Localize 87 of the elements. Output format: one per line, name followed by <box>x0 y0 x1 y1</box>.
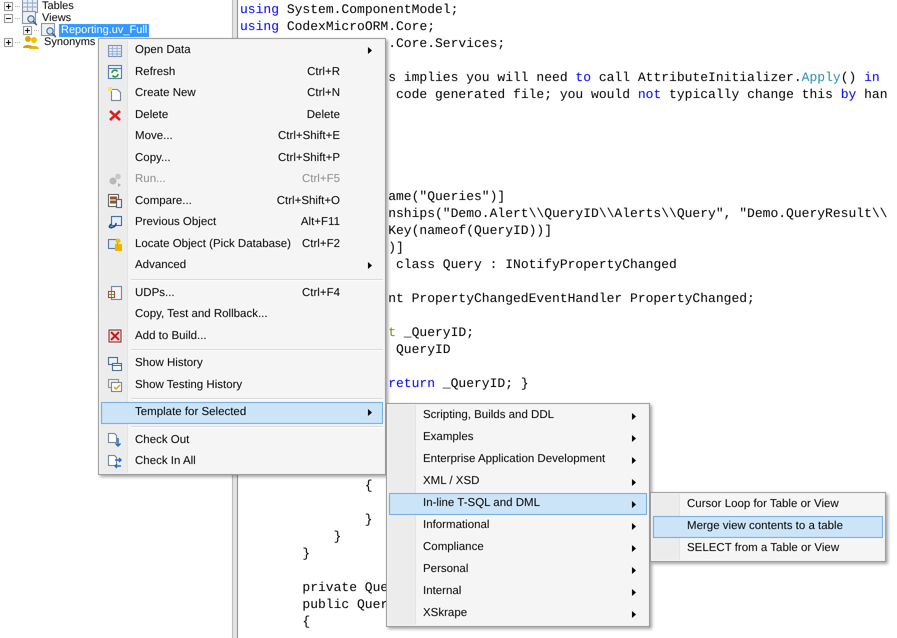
submenu-arrow-icon <box>368 409 372 416</box>
submenu-arrow-icon <box>368 47 372 54</box>
submenu-arrow-icon <box>368 262 372 270</box>
code-line: QueryID <box>396 342 451 357</box>
checked-window-icon <box>107 377 123 394</box>
grid-icon <box>107 42 123 59</box>
submenu-arrow-icon <box>632 544 636 552</box>
menu-item[interactable]: Locate Object (Pick Database) Ctrl+F2 <box>101 234 383 255</box>
code-line: code generated file; you would not typically change this by han <box>396 87 888 102</box>
menu-item[interactable]: Examples <box>389 427 647 449</box>
code-line: )] <box>388 240 404 255</box>
menu-item[interactable]: Move... Ctrl+Shift+E <box>101 126 383 148</box>
refresh-icon <box>107 64 123 80</box>
menu-item[interactable]: Internal <box>389 581 647 603</box>
menu-item[interactable]: Previous Object Alt+F11 <box>101 212 383 234</box>
tree-item-label[interactable]: Views <box>40 12 74 24</box>
windows-icon <box>107 356 123 372</box>
tree-item-label[interactable]: Synonyms <box>42 36 98 48</box>
menu-item[interactable]: Compliance <box>389 537 647 559</box>
menu-item[interactable]: UDPs... Ctrl+F4 <box>101 282 383 304</box>
menu-item[interactable]: Scripting, Builds and DDL <box>389 405 647 427</box>
tree-item-label[interactable]: Tables <box>40 0 76 12</box>
check-in-icon <box>107 454 123 470</box>
expand-icon[interactable] <box>4 2 13 10</box>
code-line: nships("Demo.Alert\\QueryID\\Alerts\\Query", "Demo.QueryResult\\ <box>388 206 888 221</box>
submenu-arrow-icon <box>632 478 636 486</box>
check-out-icon <box>107 432 123 448</box>
submenu-arrow-icon <box>632 588 636 596</box>
view-icon <box>22 10 38 26</box>
menu-item[interactable]: Advanced <box>101 255 383 276</box>
menu-item[interactable]: Compare... Ctrl+Shift+O <box>101 190 383 212</box>
new-document-icon <box>107 86 123 102</box>
code-line: t _QueryID; <box>388 325 474 340</box>
code-line: using CodexMicroORM.Core; <box>240 19 436 34</box>
menu-item[interactable]: SELECT from a Table or View <box>653 538 883 560</box>
submenu-arrow-icon <box>632 610 636 618</box>
menu-item[interactable]: Cursor Loop for Table or View <box>653 494 883 516</box>
menu-item[interactable]: Refresh Ctrl+R <box>101 62 383 83</box>
code-line: public Quer <box>302 597 388 612</box>
expand-icon[interactable] <box>4 38 13 46</box>
back-arrow-icon <box>107 214 123 231</box>
code-line: { <box>364 478 373 493</box>
menu-item[interactable]: Informational <box>389 515 647 537</box>
menu-item[interactable]: Show Testing History <box>101 374 383 396</box>
code-line: } <box>334 529 342 544</box>
code-line: .Core.Services; <box>388 36 506 51</box>
menu-item[interactable]: Add to Build... <box>101 326 383 347</box>
menu-item[interactable]: Copy... Ctrl+Shift+P <box>101 148 383 169</box>
code-line: } <box>364 512 373 527</box>
menu-item[interactable]: XSkrape <box>389 603 647 625</box>
code-line: return _QueryID; } <box>388 376 529 391</box>
menu-item[interactable]: Delete Delete <box>101 104 383 126</box>
people-icon <box>22 34 40 50</box>
menu-item[interactable]: Enterprise Application Development <box>389 449 647 471</box>
locate-icon <box>107 236 123 252</box>
code-line: nt PropertyChangedEventHandler PropertyChanged; <box>388 291 755 306</box>
collapse-icon[interactable] <box>4 14 13 22</box>
submenu-arrow-icon <box>632 522 636 530</box>
menu-item[interactable]: Merge view contents to a table <box>653 516 883 538</box>
grid-icon <box>107 285 123 302</box>
code-line: s implies you will need to call AttributeInitializer.Apply() in <box>388 70 880 85</box>
code-line: class Query : INotifyPropertyChanged <box>396 257 677 272</box>
code-line: } <box>302 546 310 561</box>
menu-item[interactable]: Copy, Test and Rollback... <box>101 304 383 326</box>
code-line: ame("Queries")] <box>388 189 506 204</box>
view-icon <box>41 22 57 38</box>
delete-icon <box>107 107 123 124</box>
menu-item[interactable]: Open Data <box>101 40 383 62</box>
menu-item[interactable]: Show History <box>101 353 383 374</box>
submenu-arrow-icon <box>632 456 636 464</box>
code-line: { <box>302 614 310 629</box>
menu-item[interactable]: Create New Ctrl+N <box>101 83 383 104</box>
menu-item[interactable]: Personal <box>389 559 647 581</box>
submenu-arrow-icon <box>632 566 636 574</box>
expand-icon[interactable] <box>23 26 32 34</box>
menu-item[interactable]: Check Out <box>101 430 383 451</box>
submenu-arrow-icon <box>632 434 636 442</box>
menu-item[interactable]: XML / XSD <box>389 471 647 493</box>
menu-item[interactable]: Check In All <box>101 451 383 472</box>
submenu-arrow-icon <box>632 412 636 420</box>
code-line: Key(nameof(QueryID))] <box>388 223 552 238</box>
compare-icon <box>107 193 123 210</box>
menu-item[interactable]: In-line T-SQL and DML <box>389 493 647 515</box>
submenu-arrow-icon <box>632 500 636 508</box>
code-line: using System.ComponentModel; <box>240 2 458 17</box>
gears-icon <box>107 172 123 188</box>
menu-item[interactable]: Template for Selected <box>101 402 383 424</box>
